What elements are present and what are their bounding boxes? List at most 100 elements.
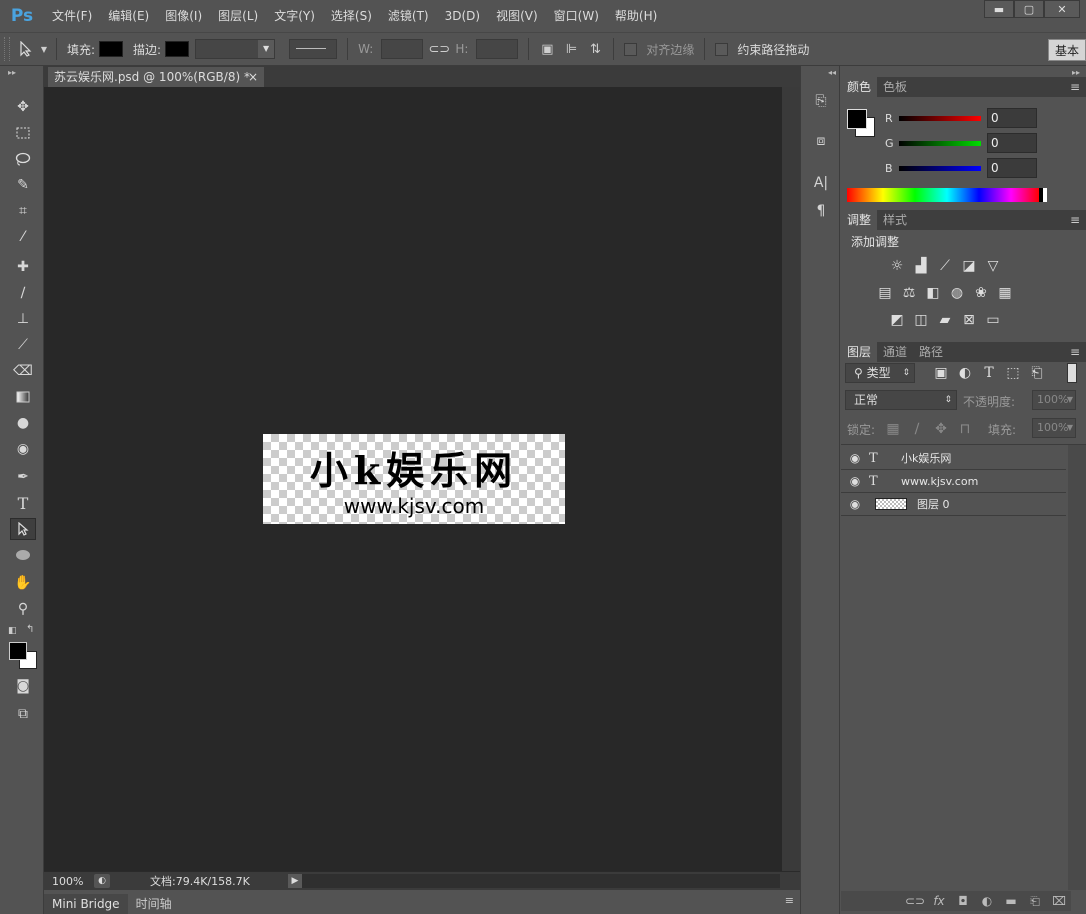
stroke-type-field[interactable]: [289, 39, 338, 59]
menu-filter[interactable]: 滤镜(T): [380, 0, 437, 32]
black-white-icon[interactable]: ◧: [921, 282, 945, 304]
path-operations-icon[interactable]: ▣: [535, 37, 559, 61]
delete-layer-icon[interactable]: ⌧: [1047, 894, 1071, 908]
red-value[interactable]: 0: [987, 108, 1037, 128]
lock-position-icon[interactable]: ✥: [929, 418, 953, 440]
lasso-tool-icon[interactable]: [10, 148, 36, 170]
type-tool-icon[interactable]: T: [10, 492, 36, 514]
menu-file[interactable]: 文件(F): [44, 0, 100, 32]
visibility-eye-icon[interactable]: ◉: [841, 474, 869, 488]
filter-toggle[interactable]: [1067, 363, 1077, 383]
filter-shape-icon[interactable]: ⬚: [1001, 362, 1025, 384]
tab-timeline[interactable]: 时间轴: [128, 894, 180, 914]
brush-tool-icon[interactable]: ∕: [10, 282, 36, 304]
curves-icon[interactable]: ⟋: [933, 255, 957, 277]
color-spectrum-bar[interactable]: [847, 188, 1047, 202]
panel-fg-swatch[interactable]: [847, 109, 867, 129]
eraser-tool-icon[interactable]: ⌫: [10, 360, 36, 382]
tab-swatches[interactable]: 色板: [877, 77, 913, 97]
path-alignment-icon[interactable]: ⊫: [559, 37, 583, 61]
status-menu-arrow-icon[interactable]: ▶: [288, 874, 302, 888]
tab-mini-bridge[interactable]: Mini Bridge: [44, 894, 128, 914]
path-selection-tool-icon[interactable]: [10, 518, 36, 540]
align-edges-checkbox[interactable]: [624, 42, 638, 56]
vertical-scrollbar[interactable]: [782, 87, 800, 871]
screen-mode-icon[interactable]: ⧉: [10, 703, 36, 725]
default-colors-icon[interactable]: ◧: [8, 626, 17, 636]
menu-type[interactable]: 文字(Y): [266, 0, 323, 32]
brightness-icon[interactable]: ☼: [885, 255, 909, 277]
history-brush-tool-icon[interactable]: ⟋: [10, 334, 36, 356]
color-lookup-icon[interactable]: ▦: [993, 282, 1017, 304]
layer-row[interactable]: ◉ T 小k娱乐网: [841, 447, 1066, 470]
menu-window[interactable]: 窗口(W): [546, 0, 607, 32]
filter-type-icon[interactable]: T: [977, 362, 1001, 384]
constrain-path-checkbox[interactable]: [715, 42, 729, 56]
panel-menu-icon[interactable]: ≡: [1070, 213, 1080, 227]
layer-style-icon[interactable]: fx: [927, 894, 951, 908]
hand-tool-icon[interactable]: ✋: [10, 572, 36, 594]
healing-brush-tool-icon[interactable]: ✚: [10, 256, 36, 278]
tab-channels[interactable]: 通道: [877, 342, 913, 362]
green-value[interactable]: 0: [987, 133, 1037, 153]
filter-smart-object-icon[interactable]: ⎗: [1025, 362, 1049, 384]
height-field[interactable]: [476, 39, 519, 59]
quick-mask-icon[interactable]: ◙: [10, 675, 36, 697]
marquee-tool-icon[interactable]: [10, 122, 36, 144]
foreground-color-swatch[interactable]: [9, 642, 27, 660]
gradient-tool-icon[interactable]: [10, 386, 36, 408]
tab-paths[interactable]: 路径: [913, 342, 949, 362]
tool-preset-dropdown-icon[interactable]: ▼: [38, 37, 50, 61]
menu-layer[interactable]: 图层(L): [210, 0, 266, 32]
fill-field[interactable]: 100% ▼: [1032, 418, 1076, 438]
clone-stamp-tool-icon[interactable]: ⊥: [10, 308, 36, 330]
layer-name[interactable]: 图层 0: [917, 496, 950, 512]
zoom-level[interactable]: 100%: [44, 875, 94, 888]
zoom-tool-icon[interactable]: ⚲: [10, 598, 36, 620]
tab-layers[interactable]: 图层: [841, 342, 878, 362]
visibility-eye-icon[interactable]: ◉: [841, 497, 869, 511]
ellipse-tool-icon[interactable]: [10, 544, 36, 566]
blend-mode-select[interactable]: 正常 ⇕: [845, 390, 957, 410]
new-adjustment-icon[interactable]: ◐: [975, 894, 999, 908]
menu-help[interactable]: 帮助(H): [607, 0, 665, 32]
width-field[interactable]: [381, 39, 424, 59]
channel-mixer-icon[interactable]: ❀: [969, 282, 993, 304]
document-image[interactable]: 小k娱乐网 www.kjsv.com: [263, 434, 565, 524]
paragraph-panel-icon[interactable]: ¶: [809, 200, 833, 222]
maximize-button[interactable]: ▢: [1014, 0, 1044, 18]
minimize-button[interactable]: ▬: [984, 0, 1014, 18]
new-group-icon[interactable]: ▬: [999, 894, 1023, 908]
exposure-icon[interactable]: ◪: [957, 255, 981, 277]
stroke-width-field[interactable]: ▼: [195, 39, 276, 59]
color-balance-icon[interactable]: ⚖: [897, 282, 921, 304]
tab-adjustments[interactable]: 调整: [841, 210, 878, 230]
lock-transparency-icon[interactable]: ▦: [881, 418, 905, 440]
status-info-icon[interactable]: ◐: [94, 874, 110, 888]
filter-adjustment-icon[interactable]: ◐: [953, 362, 977, 384]
character-panel-icon[interactable]: A|: [809, 172, 833, 194]
panel-menu-icon[interactable]: ≡: [1070, 80, 1080, 94]
tab-close-icon[interactable]: ×: [248, 67, 258, 87]
layer-row[interactable]: ◉ 图层 0: [841, 493, 1066, 516]
menu-view[interactable]: 视图(V): [488, 0, 546, 32]
stroke-swatch[interactable]: [165, 41, 190, 57]
visibility-eye-icon[interactable]: ◉: [841, 451, 869, 465]
blue-value[interactable]: 0: [987, 158, 1037, 178]
dodge-tool-icon[interactable]: ◉: [10, 438, 36, 460]
invert-icon[interactable]: ◩: [885, 309, 909, 331]
crop-tool-icon[interactable]: ⌗: [10, 200, 36, 222]
menu-3d[interactable]: 3D(D): [437, 0, 488, 32]
properties-panel-icon[interactable]: ⧈: [809, 130, 833, 152]
workspace-button[interactable]: 基本: [1048, 39, 1086, 61]
path-select-tool-icon[interactable]: [14, 37, 38, 61]
menu-image[interactable]: 图像(I): [157, 0, 210, 32]
tab-styles[interactable]: 样式: [877, 210, 913, 230]
selective-color-icon[interactable]: ⊠: [957, 309, 981, 331]
move-tool-icon[interactable]: ✥: [10, 96, 36, 118]
panel-menu-icon[interactable]: ≡: [1070, 345, 1080, 359]
document-tab[interactable]: 苏云娱乐网.psd @ 100%(RGB/8) * ×: [48, 67, 264, 87]
levels-icon[interactable]: ▟: [909, 255, 933, 277]
lock-pixels-icon[interactable]: ∕: [905, 418, 929, 440]
gradient-map-icon[interactable]: ▭: [981, 309, 1005, 331]
